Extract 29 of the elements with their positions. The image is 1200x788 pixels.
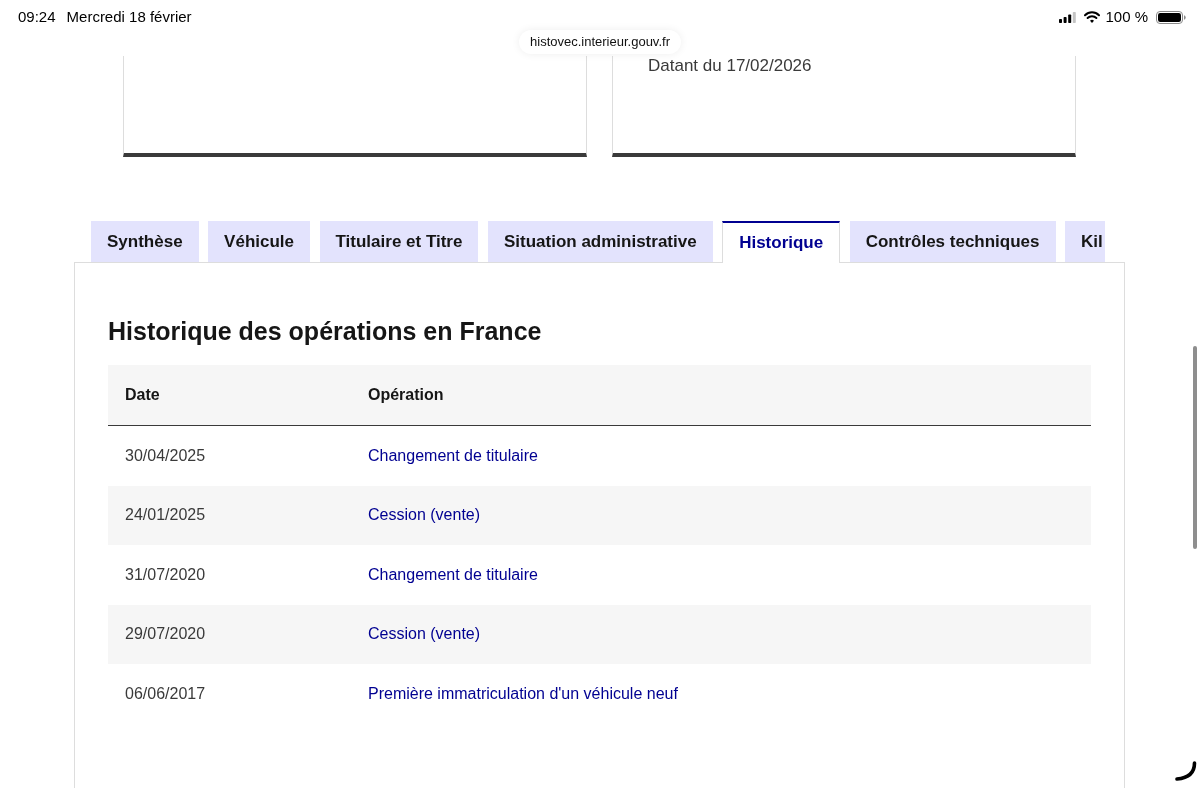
date-cell: 24/01/2025 — [108, 485, 351, 545]
tab[interactable]: Situation administrative — [487, 221, 713, 262]
date-cell: 30/04/2025 — [108, 425, 351, 486]
signal-icon — [1059, 11, 1077, 23]
date-cell: 06/06/2017 — [108, 664, 351, 724]
status-time: 09:24 — [18, 7, 56, 27]
section-title: Historique des opérations en France — [108, 316, 543, 347]
tab[interactable]: Véhicule — [208, 221, 310, 262]
tab[interactable]: Synthèse — [91, 221, 199, 262]
card-date-text: Datant du 17/02/2026 — [648, 56, 812, 76]
operation-link[interactable]: Cession (vente) — [368, 506, 481, 524]
operation-link[interactable]: Changement de titulaire — [368, 565, 538, 583]
corner-handle-icon[interactable] — [1175, 761, 1197, 781]
operation-link[interactable]: Changement de titulaire — [368, 446, 538, 464]
operation-link[interactable]: Première immatriculation d'un véhicule neuf — [368, 684, 678, 702]
tab[interactable]: Contrôles techniques — [849, 221, 1056, 262]
address-bar[interactable]: histovec.interieur.gouv.fr — [519, 30, 681, 54]
date-cell: 29/07/2020 — [108, 604, 351, 664]
column-header: Opération — [351, 365, 1091, 426]
wifi-icon — [1084, 11, 1101, 23]
tab[interactable]: Historique — [722, 221, 841, 263]
operation-link[interactable]: Cession (vente) — [368, 625, 481, 643]
date-cell: 31/07/2020 — [108, 545, 351, 605]
tab[interactable]: Kil — [1065, 221, 1105, 262]
column-header: Date — [108, 365, 351, 426]
status-date: Mercredi 18 février — [66, 7, 192, 27]
battery-icon — [1156, 10, 1186, 24]
tab[interactable]: Titulaire et Titre — [319, 221, 479, 262]
battery-percent: 100 % — [1105, 7, 1148, 27]
